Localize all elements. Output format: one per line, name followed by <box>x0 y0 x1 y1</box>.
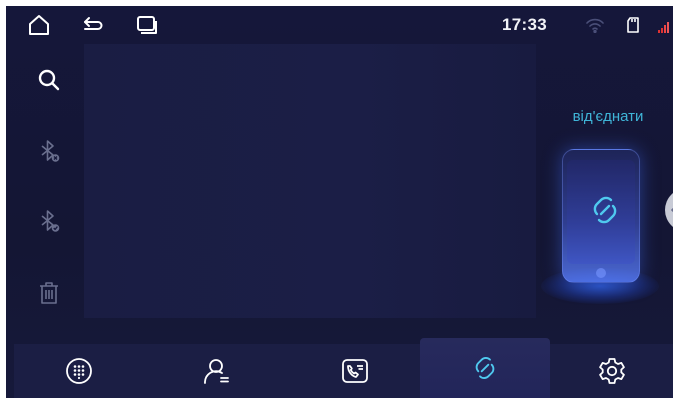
search-icon <box>38 69 60 91</box>
home-icon <box>29 15 49 35</box>
wifi-status <box>586 15 604 35</box>
dialpad-icon <box>66 358 92 384</box>
device-list-panel <box>84 44 536 318</box>
home-button[interactable] <box>24 11 54 39</box>
call-log-icon <box>342 359 368 383</box>
tab-contacts[interactable] <box>152 344 282 398</box>
contacts-icon <box>204 359 229 384</box>
phone-home-button <box>596 268 606 278</box>
recent-apps-button[interactable] <box>132 11 162 39</box>
status-bar: 17:33 <box>6 6 673 44</box>
chevron-left-icon <box>671 207 673 213</box>
settings-icon <box>599 358 625 384</box>
phone-screen <box>567 160 635 264</box>
bluetooth-connected-icon <box>41 210 60 232</box>
clock: 17:33 <box>502 15 547 34</box>
delete-button[interactable] <box>30 274 68 312</box>
sd-card-status <box>627 15 639 35</box>
back-button[interactable] <box>78 11 108 39</box>
side-panel-handle[interactable] <box>665 188 673 232</box>
bluetooth-remove-icon <box>41 140 60 162</box>
signal-icon <box>658 22 669 33</box>
bluetooth-connected-button[interactable] <box>30 202 68 240</box>
recent-apps-icon <box>137 16 157 34</box>
back-icon <box>84 17 103 30</box>
tab-connection[interactable] <box>420 338 550 398</box>
wifi-icon <box>586 18 604 33</box>
search-button[interactable] <box>30 61 68 99</box>
tab-dialpad[interactable] <box>14 344 144 398</box>
trash-icon <box>40 282 58 304</box>
phone-illustration <box>562 149 640 283</box>
sd-card-icon <box>627 17 639 33</box>
link-icon <box>593 196 617 224</box>
screen: 17:33 від'єднати <box>6 6 673 398</box>
signal-status <box>658 17 671 37</box>
bottom-nav <box>14 338 673 398</box>
link-icon <box>475 357 495 379</box>
tab-call-log[interactable] <box>290 344 420 398</box>
disconnect-button[interactable]: від'єднати <box>554 108 662 125</box>
tab-settings[interactable] <box>551 344 673 398</box>
bluetooth-remove-button[interactable] <box>30 132 68 170</box>
